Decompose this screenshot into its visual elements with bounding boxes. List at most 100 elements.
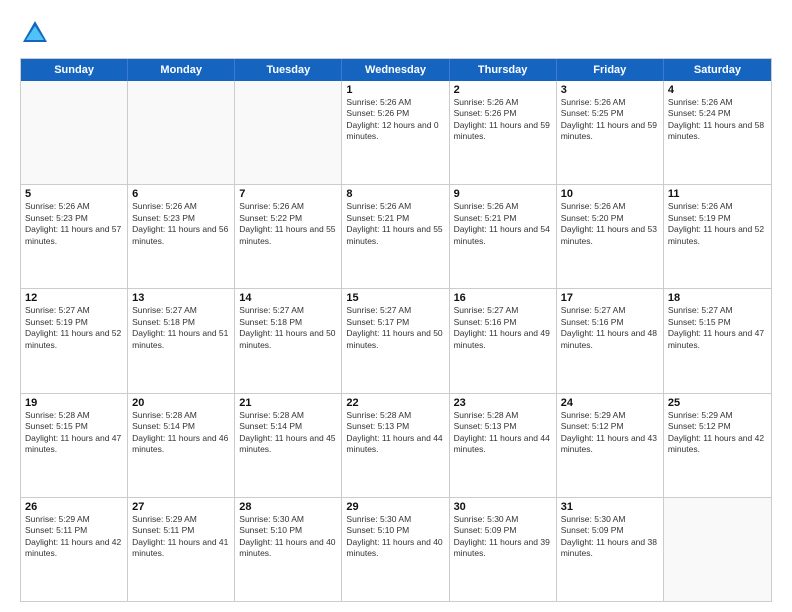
- day-number: 30: [454, 501, 552, 513]
- cell-info: Sunrise: 5:26 AMSunset: 5:20 PMDaylight:…: [561, 201, 659, 247]
- day-number: 15: [346, 292, 444, 304]
- day-cell-29: 29Sunrise: 5:30 AMSunset: 5:10 PMDayligh…: [342, 498, 449, 601]
- cell-info: Sunrise: 5:30 AMSunset: 5:09 PMDaylight:…: [561, 514, 659, 560]
- day-number: 5: [25, 188, 123, 200]
- day-cell-20: 20Sunrise: 5:28 AMSunset: 5:14 PMDayligh…: [128, 394, 235, 497]
- day-cell-15: 15Sunrise: 5:27 AMSunset: 5:17 PMDayligh…: [342, 289, 449, 392]
- day-cell-13: 13Sunrise: 5:27 AMSunset: 5:18 PMDayligh…: [128, 289, 235, 392]
- day-number: 4: [668, 84, 767, 96]
- day-number: 31: [561, 501, 659, 513]
- cell-info: Sunrise: 5:26 AMSunset: 5:22 PMDaylight:…: [239, 201, 337, 247]
- day-number: 16: [454, 292, 552, 304]
- day-cell-3: 3Sunrise: 5:26 AMSunset: 5:25 PMDaylight…: [557, 81, 664, 184]
- day-cell-18: 18Sunrise: 5:27 AMSunset: 5:15 PMDayligh…: [664, 289, 771, 392]
- cell-info: Sunrise: 5:26 AMSunset: 5:19 PMDaylight:…: [668, 201, 767, 247]
- day-number: 20: [132, 397, 230, 409]
- header-day-monday: Monday: [128, 59, 235, 81]
- day-cell-21: 21Sunrise: 5:28 AMSunset: 5:14 PMDayligh…: [235, 394, 342, 497]
- day-cell-12: 12Sunrise: 5:27 AMSunset: 5:19 PMDayligh…: [21, 289, 128, 392]
- calendar-body: 1Sunrise: 5:26 AMSunset: 5:26 PMDaylight…: [21, 81, 771, 601]
- day-number: 8: [346, 188, 444, 200]
- header-day-friday: Friday: [557, 59, 664, 81]
- week-row-0: 1Sunrise: 5:26 AMSunset: 5:26 PMDaylight…: [21, 81, 771, 185]
- cell-info: Sunrise: 5:27 AMSunset: 5:18 PMDaylight:…: [132, 305, 230, 351]
- cell-info: Sunrise: 5:27 AMSunset: 5:16 PMDaylight:…: [454, 305, 552, 351]
- cell-info: Sunrise: 5:26 AMSunset: 5:23 PMDaylight:…: [25, 201, 123, 247]
- week-row-4: 26Sunrise: 5:29 AMSunset: 5:11 PMDayligh…: [21, 498, 771, 601]
- cell-info: Sunrise: 5:29 AMSunset: 5:12 PMDaylight:…: [668, 410, 767, 456]
- cell-info: Sunrise: 5:28 AMSunset: 5:14 PMDaylight:…: [132, 410, 230, 456]
- cell-info: Sunrise: 5:30 AMSunset: 5:09 PMDaylight:…: [454, 514, 552, 560]
- day-cell-26: 26Sunrise: 5:29 AMSunset: 5:11 PMDayligh…: [21, 498, 128, 601]
- day-number: 18: [668, 292, 767, 304]
- cell-info: Sunrise: 5:28 AMSunset: 5:14 PMDaylight:…: [239, 410, 337, 456]
- day-cell-10: 10Sunrise: 5:26 AMSunset: 5:20 PMDayligh…: [557, 185, 664, 288]
- logo: [20, 18, 54, 48]
- day-cell-5: 5Sunrise: 5:26 AMSunset: 5:23 PMDaylight…: [21, 185, 128, 288]
- day-cell-25: 25Sunrise: 5:29 AMSunset: 5:12 PMDayligh…: [664, 394, 771, 497]
- day-number: 24: [561, 397, 659, 409]
- day-number: 6: [132, 188, 230, 200]
- day-number: 14: [239, 292, 337, 304]
- day-number: 11: [668, 188, 767, 200]
- day-number: 7: [239, 188, 337, 200]
- calendar: SundayMondayTuesdayWednesdayThursdayFrid…: [20, 58, 772, 602]
- day-number: 17: [561, 292, 659, 304]
- cell-info: Sunrise: 5:29 AMSunset: 5:11 PMDaylight:…: [25, 514, 123, 560]
- cell-info: Sunrise: 5:30 AMSunset: 5:10 PMDaylight:…: [239, 514, 337, 560]
- day-cell-11: 11Sunrise: 5:26 AMSunset: 5:19 PMDayligh…: [664, 185, 771, 288]
- header-day-saturday: Saturday: [664, 59, 771, 81]
- cell-info: Sunrise: 5:27 AMSunset: 5:19 PMDaylight:…: [25, 305, 123, 351]
- day-number: 10: [561, 188, 659, 200]
- page: SundayMondayTuesdayWednesdayThursdayFrid…: [0, 0, 792, 612]
- day-cell-28: 28Sunrise: 5:30 AMSunset: 5:10 PMDayligh…: [235, 498, 342, 601]
- empty-cell: [128, 81, 235, 184]
- cell-info: Sunrise: 5:27 AMSunset: 5:15 PMDaylight:…: [668, 305, 767, 351]
- empty-cell: [235, 81, 342, 184]
- day-cell-27: 27Sunrise: 5:29 AMSunset: 5:11 PMDayligh…: [128, 498, 235, 601]
- day-cell-6: 6Sunrise: 5:26 AMSunset: 5:23 PMDaylight…: [128, 185, 235, 288]
- day-number: 21: [239, 397, 337, 409]
- empty-cell: [21, 81, 128, 184]
- day-number: 25: [668, 397, 767, 409]
- week-row-1: 5Sunrise: 5:26 AMSunset: 5:23 PMDaylight…: [21, 185, 771, 289]
- day-number: 13: [132, 292, 230, 304]
- day-cell-22: 22Sunrise: 5:28 AMSunset: 5:13 PMDayligh…: [342, 394, 449, 497]
- day-cell-31: 31Sunrise: 5:30 AMSunset: 5:09 PMDayligh…: [557, 498, 664, 601]
- day-cell-16: 16Sunrise: 5:27 AMSunset: 5:16 PMDayligh…: [450, 289, 557, 392]
- day-cell-2: 2Sunrise: 5:26 AMSunset: 5:26 PMDaylight…: [450, 81, 557, 184]
- day-number: 22: [346, 397, 444, 409]
- week-row-2: 12Sunrise: 5:27 AMSunset: 5:19 PMDayligh…: [21, 289, 771, 393]
- day-number: 27: [132, 501, 230, 513]
- cell-info: Sunrise: 5:27 AMSunset: 5:18 PMDaylight:…: [239, 305, 337, 351]
- day-number: 12: [25, 292, 123, 304]
- day-cell-9: 9Sunrise: 5:26 AMSunset: 5:21 PMDaylight…: [450, 185, 557, 288]
- day-cell-23: 23Sunrise: 5:28 AMSunset: 5:13 PMDayligh…: [450, 394, 557, 497]
- cell-info: Sunrise: 5:26 AMSunset: 5:23 PMDaylight:…: [132, 201, 230, 247]
- logo-icon: [20, 18, 50, 48]
- day-cell-19: 19Sunrise: 5:28 AMSunset: 5:15 PMDayligh…: [21, 394, 128, 497]
- cell-info: Sunrise: 5:29 AMSunset: 5:11 PMDaylight:…: [132, 514, 230, 560]
- header-day-thursday: Thursday: [450, 59, 557, 81]
- cell-info: Sunrise: 5:28 AMSunset: 5:13 PMDaylight:…: [346, 410, 444, 456]
- cell-info: Sunrise: 5:30 AMSunset: 5:10 PMDaylight:…: [346, 514, 444, 560]
- header-day-wednesday: Wednesday: [342, 59, 449, 81]
- day-number: 1: [346, 84, 444, 96]
- day-cell-4: 4Sunrise: 5:26 AMSunset: 5:24 PMDaylight…: [664, 81, 771, 184]
- day-number: 2: [454, 84, 552, 96]
- day-number: 28: [239, 501, 337, 513]
- cell-info: Sunrise: 5:28 AMSunset: 5:13 PMDaylight:…: [454, 410, 552, 456]
- cell-info: Sunrise: 5:28 AMSunset: 5:15 PMDaylight:…: [25, 410, 123, 456]
- cell-info: Sunrise: 5:26 AMSunset: 5:26 PMDaylight:…: [346, 97, 444, 143]
- day-number: 26: [25, 501, 123, 513]
- cell-info: Sunrise: 5:27 AMSunset: 5:17 PMDaylight:…: [346, 305, 444, 351]
- cell-info: Sunrise: 5:26 AMSunset: 5:21 PMDaylight:…: [346, 201, 444, 247]
- day-number: 9: [454, 188, 552, 200]
- cell-info: Sunrise: 5:26 AMSunset: 5:25 PMDaylight:…: [561, 97, 659, 143]
- day-number: 19: [25, 397, 123, 409]
- cell-info: Sunrise: 5:26 AMSunset: 5:21 PMDaylight:…: [454, 201, 552, 247]
- header-day-sunday: Sunday: [21, 59, 128, 81]
- calendar-header: SundayMondayTuesdayWednesdayThursdayFrid…: [21, 59, 771, 81]
- empty-cell: [664, 498, 771, 601]
- cell-info: Sunrise: 5:26 AMSunset: 5:24 PMDaylight:…: [668, 97, 767, 143]
